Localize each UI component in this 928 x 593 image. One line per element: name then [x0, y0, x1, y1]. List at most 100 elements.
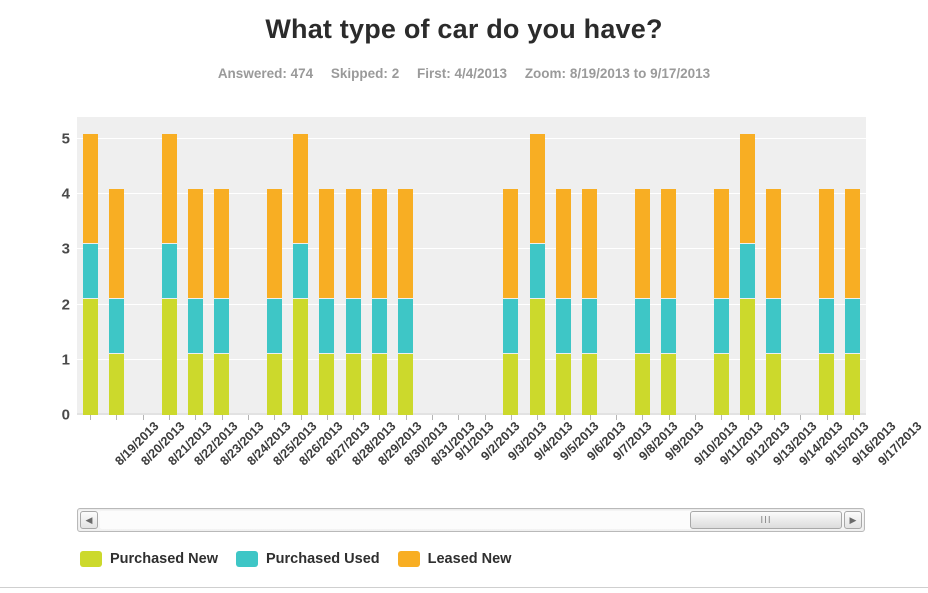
bar-column[interactable] [451, 117, 466, 415]
stacked-bar[interactable] [108, 188, 124, 415]
bar-segment[interactable] [398, 188, 414, 300]
bar-segment[interactable] [713, 299, 729, 355]
stacked-bar[interactable] [819, 188, 835, 415]
stacked-bar[interactable] [661, 188, 677, 415]
bar-column[interactable] [661, 117, 677, 415]
bar-segment[interactable] [766, 299, 782, 355]
bar-segment[interactable] [529, 299, 545, 415]
bar-column[interactable] [582, 117, 598, 415]
bar-segment[interactable] [82, 133, 98, 244]
bar-segment[interactable] [319, 188, 335, 300]
bar-column[interactable] [503, 117, 519, 415]
legend-item[interactable]: Leased New [397, 551, 511, 567]
bar-segment[interactable] [345, 299, 361, 355]
bar-segment[interactable] [503, 299, 519, 355]
bar-segment[interactable] [819, 188, 835, 300]
bar-segment[interactable] [214, 188, 230, 300]
stacked-bar[interactable] [556, 188, 572, 415]
bar-column[interactable] [766, 117, 782, 415]
bar-segment[interactable] [661, 188, 677, 300]
bar-column[interactable] [740, 117, 756, 415]
stacked-bar[interactable] [293, 133, 309, 415]
bar-segment[interactable] [108, 354, 124, 415]
scroll-left-arrow-icon[interactable]: ◀ [80, 511, 98, 529]
bar-column[interactable] [845, 117, 861, 415]
bar-segment[interactable] [713, 188, 729, 300]
bar-segment[interactable] [371, 188, 387, 300]
stacked-bar[interactable] [214, 188, 230, 415]
stacked-bar[interactable] [187, 188, 203, 415]
stacked-bar[interactable] [398, 188, 414, 415]
bar-segment[interactable] [371, 354, 387, 415]
bar-segment[interactable] [266, 299, 282, 355]
bar-segment[interactable] [371, 299, 387, 355]
bar-column[interactable] [214, 117, 230, 415]
bar-segment[interactable] [293, 299, 309, 415]
bar-segment[interactable] [661, 354, 677, 415]
bar-segment[interactable] [345, 188, 361, 300]
bar-segment[interactable] [82, 299, 98, 415]
bar-column[interactable] [398, 117, 414, 415]
bar-segment[interactable] [661, 299, 677, 355]
bar-segment[interactable] [503, 354, 519, 415]
bar-column[interactable] [477, 117, 492, 415]
bar-segment[interactable] [766, 354, 782, 415]
stacked-bar[interactable] [82, 133, 98, 415]
bar-segment[interactable] [319, 299, 335, 355]
bar-segment[interactable] [266, 354, 282, 415]
bar-segment[interactable] [108, 299, 124, 355]
bar-segment[interactable] [319, 354, 335, 415]
bar-column[interactable] [345, 117, 361, 415]
scrollbar-thumb[interactable]: III [690, 511, 842, 529]
chart-scrollbar[interactable]: ◀ III ▶ [77, 508, 865, 532]
bar-segment[interactable] [398, 299, 414, 355]
bar-column[interactable] [609, 117, 624, 415]
bar-segment[interactable] [634, 354, 650, 415]
bar-column[interactable] [634, 117, 650, 415]
stacked-bar[interactable] [740, 133, 756, 415]
bar-segment[interactable] [161, 243, 177, 300]
stacked-bar[interactable] [345, 188, 361, 415]
bar-column[interactable] [82, 117, 98, 415]
bar-column[interactable] [187, 117, 203, 415]
bar-column[interactable] [529, 117, 545, 415]
bar-segment[interactable] [845, 188, 861, 300]
bar-column[interactable] [135, 117, 150, 415]
bar-segment[interactable] [556, 354, 572, 415]
stacked-bar[interactable] [529, 133, 545, 415]
bar-segment[interactable] [503, 188, 519, 300]
bar-segment[interactable] [582, 299, 598, 355]
bar-segment[interactable] [187, 354, 203, 415]
bar-segment[interactable] [634, 188, 650, 300]
bar-column[interactable] [293, 117, 309, 415]
bar-segment[interactable] [187, 299, 203, 355]
bar-segment[interactable] [108, 188, 124, 300]
stacked-bar[interactable] [845, 188, 861, 415]
bar-segment[interactable] [398, 354, 414, 415]
bar-column[interactable] [556, 117, 572, 415]
bar-segment[interactable] [529, 243, 545, 300]
bar-segment[interactable] [345, 354, 361, 415]
bar-column[interactable] [688, 117, 703, 415]
bar-segment[interactable] [819, 354, 835, 415]
bar-segment[interactable] [556, 188, 572, 300]
stacked-bar[interactable] [319, 188, 335, 415]
scrollbar-track[interactable]: III [100, 511, 842, 529]
bar-segment[interactable] [582, 354, 598, 415]
bar-segment[interactable] [766, 188, 782, 300]
bar-column[interactable] [713, 117, 729, 415]
bar-column[interactable] [425, 117, 440, 415]
bar-segment[interactable] [293, 243, 309, 300]
bar-segment[interactable] [740, 299, 756, 415]
stacked-bar[interactable] [503, 188, 519, 415]
stacked-bar[interactable] [161, 133, 177, 415]
bar-segment[interactable] [556, 299, 572, 355]
bar-segment[interactable] [634, 299, 650, 355]
scroll-right-arrow-icon[interactable]: ▶ [844, 511, 862, 529]
bar-column[interactable] [319, 117, 335, 415]
bar-segment[interactable] [266, 188, 282, 300]
bar-column[interactable] [793, 117, 808, 415]
bar-segment[interactable] [161, 299, 177, 415]
bar-segment[interactable] [214, 299, 230, 355]
bar-segment[interactable] [819, 299, 835, 355]
